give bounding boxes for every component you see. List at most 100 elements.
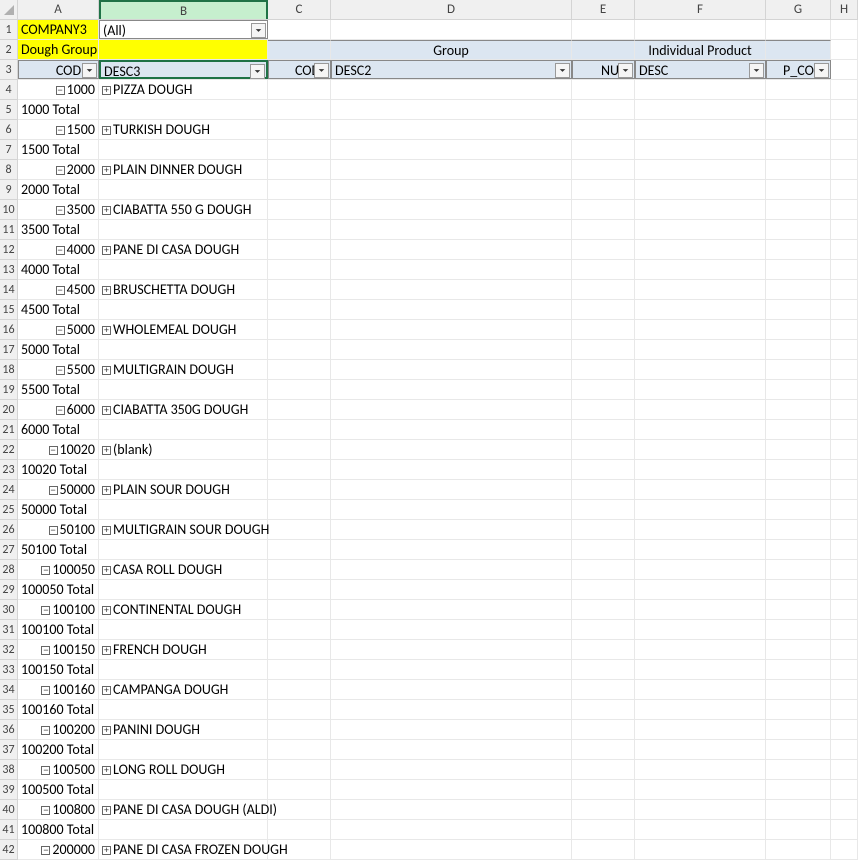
cell[interactable] <box>268 20 331 39</box>
cell[interactable] <box>331 340 572 359</box>
code-cell[interactable]: −3500 <box>18 200 99 219</box>
cell[interactable] <box>635 600 766 619</box>
row-header-19[interactable]: 19 <box>0 380 17 400</box>
collapse-icon[interactable]: − <box>56 86 65 95</box>
row-header-16[interactable]: 16 <box>0 320 17 340</box>
row-header-33[interactable]: 33 <box>0 660 17 680</box>
cell[interactable] <box>766 460 831 479</box>
total-cell[interactable]: 6000 Total <box>18 420 99 439</box>
expand-icon[interactable]: + <box>102 646 111 655</box>
cell[interactable] <box>331 780 572 799</box>
code-cell[interactable]: −100200 <box>18 720 99 739</box>
cell[interactable] <box>99 660 268 679</box>
code-cell[interactable]: −5000 <box>18 320 99 339</box>
desc-cell[interactable]: +PANINI DOUGH <box>99 720 268 739</box>
row-header-1[interactable]: 1 <box>0 20 17 40</box>
cell[interactable] <box>268 240 331 259</box>
cell[interactable] <box>831 840 858 859</box>
desc-cell[interactable]: +PLAIN DINNER DOUGH <box>99 160 268 179</box>
cell[interactable] <box>766 620 831 639</box>
cell[interactable] <box>572 120 635 139</box>
col-header-B[interactable]: B <box>99 0 268 19</box>
cell[interactable] <box>635 840 766 859</box>
cell[interactable] <box>766 720 831 739</box>
cell[interactable] <box>268 360 331 379</box>
row-header-38[interactable]: 38 <box>0 760 17 780</box>
cell[interactable] <box>831 740 858 759</box>
cell[interactable] <box>766 440 831 459</box>
row-header-40[interactable]: 40 <box>0 800 17 820</box>
cell[interactable] <box>572 820 635 839</box>
row-header-15[interactable]: 15 <box>0 300 17 320</box>
row-header-17[interactable]: 17 <box>0 340 17 360</box>
desc-cell[interactable]: +PIZZA DOUGH <box>99 80 268 99</box>
cell[interactable] <box>635 660 766 679</box>
cell[interactable] <box>331 700 572 719</box>
filter-desc3[interactable] <box>250 64 265 79</box>
expand-icon[interactable]: + <box>102 566 111 575</box>
expand-icon[interactable]: + <box>102 806 111 815</box>
cell[interactable] <box>635 460 766 479</box>
filter-company-value[interactable]: (All) <box>99 20 268 39</box>
cell[interactable] <box>766 800 831 819</box>
cell[interactable] <box>831 780 858 799</box>
cell[interactable] <box>331 240 572 259</box>
total-cell[interactable]: 50000 Total <box>18 500 99 519</box>
cell[interactable] <box>572 360 635 379</box>
cell[interactable] <box>572 680 635 699</box>
row-header-26[interactable]: 26 <box>0 520 17 540</box>
total-cell[interactable]: 4500 Total <box>18 300 99 319</box>
code-cell[interactable]: −50100 <box>18 520 99 539</box>
row-header-14[interactable]: 14 <box>0 280 17 300</box>
cell[interactable] <box>331 480 572 499</box>
cell[interactable] <box>831 640 858 659</box>
code-cell[interactable]: −4500 <box>18 280 99 299</box>
row-header-21[interactable]: 21 <box>0 420 17 440</box>
cell[interactable] <box>831 20 858 39</box>
desc-cell[interactable]: +CASA ROLL DOUGH <box>99 560 268 579</box>
desc-cell[interactable]: +CAMPANGA DOUGH <box>99 680 268 699</box>
cell[interactable] <box>99 180 268 199</box>
cell[interactable] <box>268 420 331 439</box>
cell[interactable] <box>572 800 635 819</box>
cell[interactable] <box>99 100 268 119</box>
cell[interactable] <box>635 420 766 439</box>
cell[interactable] <box>635 520 766 539</box>
cell[interactable] <box>331 660 572 679</box>
cell[interactable] <box>572 180 635 199</box>
cell[interactable] <box>831 160 858 179</box>
cell[interactable] <box>99 140 268 159</box>
row-header-36[interactable]: 36 <box>0 720 17 740</box>
cell[interactable] <box>572 560 635 579</box>
total-cell[interactable]: 1500 Total <box>18 140 99 159</box>
cell[interactable] <box>831 260 858 279</box>
row-header-34[interactable]: 34 <box>0 680 17 700</box>
cell[interactable] <box>635 560 766 579</box>
code-cell[interactable]: −200000 <box>18 840 99 859</box>
field-desc[interactable]: DESC <box>635 60 766 79</box>
cell[interactable] <box>635 260 766 279</box>
filter-code[interactable] <box>314 63 329 78</box>
expand-icon[interactable]: + <box>102 526 111 535</box>
desc-cell[interactable]: +WHOLEMEAL DOUGH <box>99 320 268 339</box>
cell[interactable] <box>766 640 831 659</box>
cell[interactable] <box>766 340 831 359</box>
code-cell[interactable]: −1500 <box>18 120 99 139</box>
filter-pcost[interactable] <box>814 63 829 78</box>
row-header-12[interactable]: 12 <box>0 240 17 260</box>
cell[interactable] <box>268 740 331 759</box>
cell[interactable] <box>766 200 831 219</box>
cell[interactable] <box>572 320 635 339</box>
cell[interactable] <box>268 840 331 859</box>
row-header-6[interactable]: 6 <box>0 120 17 140</box>
total-cell[interactable]: 100800 Total <box>18 820 99 839</box>
cell[interactable] <box>831 380 858 399</box>
cell[interactable] <box>831 820 858 839</box>
field-desc2[interactable]: DESC2 <box>331 60 572 79</box>
cell[interactable] <box>331 460 572 479</box>
cell[interactable] <box>572 100 635 119</box>
total-cell[interactable]: 10020 Total <box>18 460 99 479</box>
cell[interactable] <box>331 740 572 759</box>
cell[interactable] <box>99 780 268 799</box>
cell[interactable] <box>331 580 572 599</box>
